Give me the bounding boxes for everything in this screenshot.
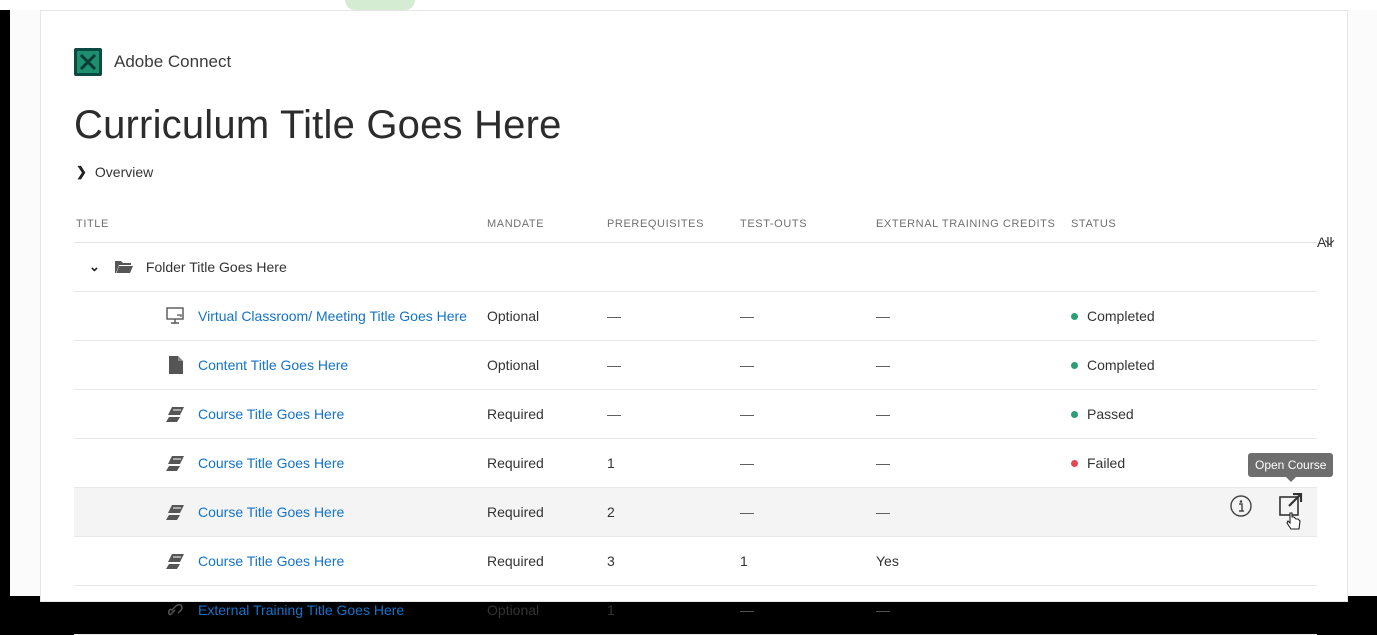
table-header: TITLE MANDATE PREREQUISITES TEST-OUTS EX… [74,198,1334,250]
credits-cell: — [876,455,890,471]
column-title[interactable]: TITLE [76,218,109,230]
status-dot-icon [1071,410,1078,418]
column-external-training-credits[interactable]: EXTERNAL TRAINING CREDITS [876,218,1055,230]
title-cell: Course Title Goes Here [166,453,344,473]
credits-cell: — [876,602,890,618]
prerequisites-cell: — [607,357,621,373]
table-row[interactable]: Course Title Goes Here Required — — — Passed [74,390,1317,439]
course-icon [166,502,186,522]
folder-open-icon [114,257,134,277]
page-title: Curriculum Title Goes Here [74,103,562,147]
status-text: Passed [1087,406,1134,422]
curriculum-card: Adobe Connect Curriculum Title Goes Here… [40,10,1348,635]
brand: Adobe Connect [74,48,231,76]
item-title-link[interactable]: Course Title Goes Here [198,504,344,520]
top-strip [0,0,1377,10]
status-badge: Completed [1071,357,1155,373]
test-outs-cell: — [740,455,754,471]
item-title-link[interactable]: Content Title Goes Here [198,357,348,373]
status-badge: Failed [1071,455,1125,471]
prerequisites-cell: 1 [607,455,615,471]
test-outs-cell: — [740,406,754,422]
credits-cell: — [876,308,890,324]
document-icon [166,355,186,375]
course-icon [166,453,186,473]
monitor-icon [166,306,186,326]
item-title-link[interactable]: Course Title Goes Here [198,406,344,422]
table-row[interactable]: Course Title Goes Here Required 1 — — Failed [74,439,1317,488]
folder-title: Folder Title Goes Here [145,259,287,275]
credits-cell: Yes [876,553,899,569]
credits-cell: — [876,357,890,373]
item-title-link[interactable]: Course Title Goes Here [198,553,344,569]
open-course-tooltip: Open Course [1248,453,1334,482]
open-external-icon [1279,492,1303,530]
info-button[interactable] [1230,495,1252,522]
chevron-down-icon[interactable]: ⌄ [89,259,100,275]
column-mandate[interactable]: MANDATE [487,218,544,230]
title-cell: Content Title Goes Here [166,355,348,375]
title-cell: External Training Title Goes Here [166,600,404,620]
title-cell: Virtual Classroom/ Meeting Title Goes He… [166,306,467,326]
mandate-cell: Required [487,553,544,569]
prerequisites-cell: — [607,406,621,422]
test-outs-cell: — [740,504,754,520]
mandate-cell: Required [487,455,544,471]
status-dot-icon [1071,312,1078,320]
table-row[interactable]: Virtual Classroom/ Meeting Title Goes He… [74,292,1317,341]
table-row[interactable]: Course Title Goes Here Required 3 1 Yes [74,537,1317,586]
prerequisites-cell: 3 [607,553,615,569]
credits-cell: — [876,406,890,422]
test-outs-cell: 1 [740,553,748,569]
info-icon [1230,495,1252,517]
course-icon [166,404,186,424]
status-text: Completed [1087,357,1155,373]
curriculum-table: TITLE MANDATE PREREQUISITES TEST-OUTS EX… [74,198,1334,635]
table-row[interactable]: External Training Title Goes Here Optiona… [74,586,1317,635]
test-outs-cell: — [740,357,754,373]
mandate-cell: Optional [487,602,540,618]
item-title-link[interactable]: Course Title Goes Here [198,455,344,471]
column-status[interactable]: STATUS [1071,218,1116,230]
prerequisites-cell: 2 [607,504,615,520]
chevron-down-icon: ⌵ [1325,234,1335,248]
status-dot-icon [1071,361,1078,369]
table-row[interactable]: Content Title Goes Here Optional — — — Comple… [74,341,1317,390]
table-row[interactable]: Course Title Goes Here Required 2 — — [74,488,1317,537]
status-badge: Completed [1071,308,1155,324]
status-text: Completed [1087,308,1155,324]
link-icon [166,600,186,620]
mandate-cell: Optional [487,357,540,373]
course-icon [166,551,186,571]
title-cell: Course Title Goes Here [166,502,344,522]
title-cell: Course Title Goes Here [166,551,344,571]
overview-toggle[interactable]: ❯ Overview [76,164,153,180]
adobe-connect-logo-icon [74,48,102,76]
prerequisites-cell: 1 [607,602,615,618]
mandate-cell: Optional [487,308,540,324]
item-title-link[interactable]: External Training Title Goes Here [198,602,404,618]
test-outs-cell: — [740,602,754,618]
column-prerequisites[interactable]: PREREQUISITES [607,218,704,230]
mandate-cell: Required [487,406,544,422]
app-name: Adobe Connect [114,52,232,71]
overview-label: Overview [94,164,154,180]
status-dot-icon [1071,459,1078,467]
credits-cell: — [876,504,890,520]
item-title-link[interactable]: Virtual Classroom/ Meeting Title Goes He… [198,308,467,324]
test-outs-cell: — [740,308,754,324]
open-course-button[interactable] [1278,492,1306,536]
column-test-outs[interactable]: TEST-OUTS [740,218,807,230]
folder-row[interactable]: ⌄ Folder Title Goes Here [74,243,1317,292]
mandate-cell: Required [487,504,544,520]
chevron-right-icon: ❯ [76,164,87,179]
title-cell: Course Title Goes Here [166,404,344,424]
status-badge: Passed [1071,406,1134,422]
status-text: Failed [1087,455,1126,471]
background-decoration [345,0,415,10]
prerequisites-cell: — [607,308,621,324]
